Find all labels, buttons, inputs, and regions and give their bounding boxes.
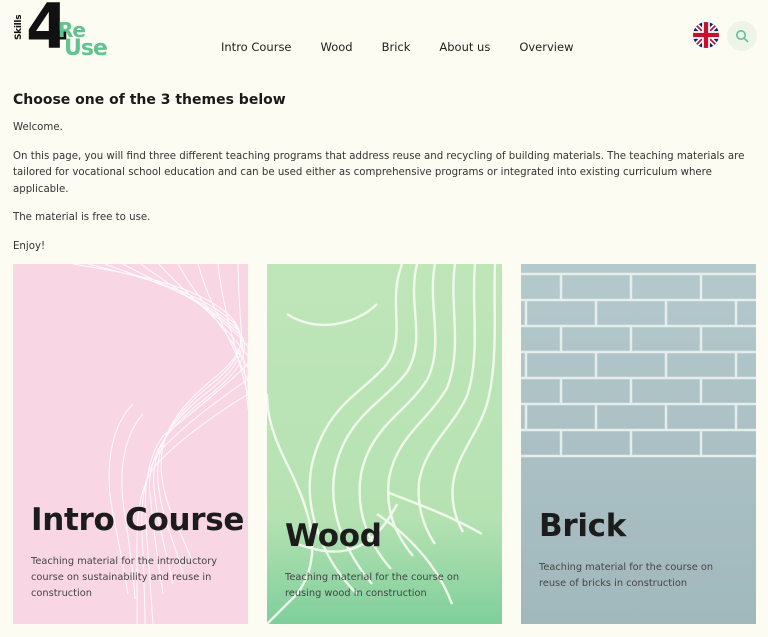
page-title: Choose one of the 3 themes below — [13, 92, 286, 108]
search-icon — [736, 30, 749, 43]
nav-item-about-us[interactable]: About us — [439, 40, 490, 56]
nav-item-intro-course[interactable]: Intro Course — [221, 40, 292, 56]
logo-use-text: Use — [64, 36, 108, 61]
main-nav: Intro Course Wood Brick About us Overvie… — [221, 40, 573, 56]
intro-description: On this page, you will find three differ… — [13, 150, 745, 195]
card-intro-course[interactable]: Intro Course Teaching material for the i… — [13, 264, 248, 624]
nav-item-brick[interactable]: Brick — [382, 40, 411, 56]
card-wood[interactable]: Wood Teaching material for the course on… — [267, 264, 502, 624]
card-description: Teaching material for the introductory c… — [31, 556, 218, 599]
card-title: Wood — [285, 518, 382, 554]
card-title: Brick — [539, 508, 627, 544]
site-header: Skills 4 Re Use Intro Course Wood Brick … — [0, 0, 768, 80]
intro-welcome: Welcome. — [13, 122, 63, 133]
card-brick[interactable]: Brick Teaching material for the course o… — [521, 264, 756, 624]
uk-flag-icon[interactable] — [693, 22, 719, 48]
intro-section: Choose one of the 3 themes below Welcome… — [13, 92, 753, 267]
card-title: Intro Course — [31, 502, 245, 538]
intro-enjoy: Enjoy! — [13, 240, 46, 252]
search-button[interactable] — [727, 21, 757, 51]
skills4reuse-logo[interactable]: Skills 4 Re Use — [14, 0, 114, 66]
nav-item-wood[interactable]: Wood — [321, 40, 353, 56]
intro-free-note: The material is free to use. — [13, 212, 151, 223]
card-description: Teaching material for the course on reus… — [285, 572, 460, 599]
nav-item-overview[interactable]: Overview — [519, 40, 573, 56]
card-description: Teaching material for the course on reus… — [539, 562, 714, 589]
